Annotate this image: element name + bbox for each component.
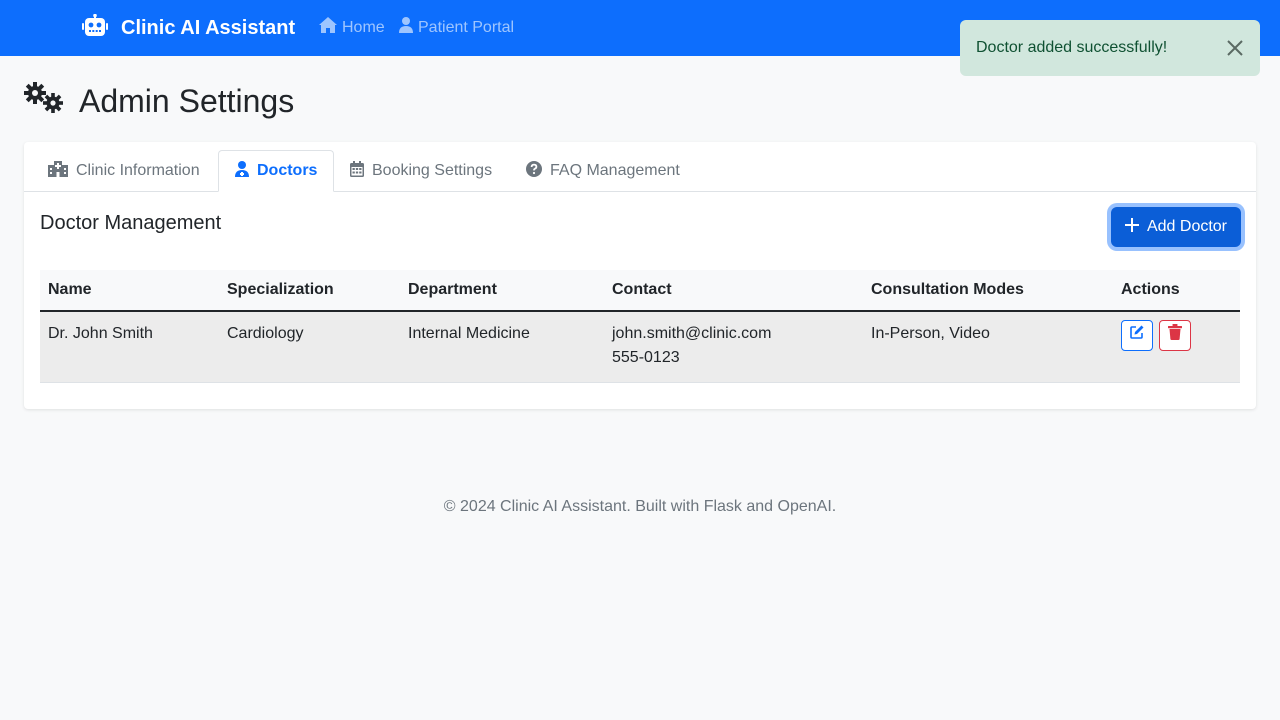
column-header-consultation-modes: Consultation Modes bbox=[863, 270, 1113, 312]
settings-tabs: Clinic Information Doctors Booking Setti… bbox=[24, 142, 1256, 192]
section-title: Doctor Management bbox=[40, 212, 222, 234]
edit-icon bbox=[1129, 324, 1145, 348]
hospital-icon bbox=[48, 160, 76, 182]
plus-icon bbox=[1124, 217, 1147, 237]
doctor-department: Internal Medicine bbox=[400, 311, 604, 383]
doctor-email: john.smith@clinic.com bbox=[612, 325, 772, 342]
close-icon[interactable] bbox=[1226, 39, 1244, 57]
column-header-specialization: Specialization bbox=[219, 270, 400, 312]
edit-doctor-button[interactable] bbox=[1121, 320, 1153, 351]
brand-link[interactable]: Clinic AI Assistant bbox=[82, 13, 296, 42]
table-header-row: Name Specialization Department Contact C… bbox=[40, 270, 1240, 312]
settings-card: Clinic Information Doctors Booking Setti… bbox=[24, 142, 1256, 409]
robot-icon bbox=[82, 13, 121, 42]
add-doctor-label: Add Doctor bbox=[1146, 218, 1228, 235]
tab-clinic-information-label: Clinic Information bbox=[76, 162, 200, 179]
question-circle-icon bbox=[526, 160, 550, 182]
nav-home-label: Home bbox=[342, 18, 385, 36]
tab-doctors-label: Doctors bbox=[257, 162, 318, 179]
tab-booking-settings[interactable]: Booking Settings bbox=[334, 150, 508, 192]
table-row: Dr. John Smith Cardiology Internal Medic… bbox=[40, 311, 1240, 383]
doctor-contact: john.smith@clinic.com 555-0123 bbox=[604, 311, 863, 383]
tab-faq-management[interactable]: FAQ Management bbox=[510, 150, 696, 192]
tab-faq-management-label: FAQ Management bbox=[550, 162, 680, 179]
page-header: Admin Settings bbox=[24, 82, 294, 119]
tab-clinic-information[interactable]: Clinic Information bbox=[32, 150, 216, 192]
doctor-actions bbox=[1113, 311, 1240, 383]
column-header-name: Name bbox=[40, 270, 219, 312]
footer-text: © 2024 Clinic AI Assistant. Built with F… bbox=[443, 498, 837, 515]
add-doctor-button[interactable]: Add Doctor bbox=[1111, 207, 1241, 247]
brand-label: Clinic AI Assistant bbox=[121, 16, 296, 39]
doctor-phone: 555-0123 bbox=[612, 349, 680, 366]
column-header-actions: Actions bbox=[1113, 270, 1240, 312]
doctor-consultation-modes: In-Person, Video bbox=[863, 311, 1113, 383]
trash-icon bbox=[1168, 323, 1182, 348]
cogs-icon bbox=[24, 82, 79, 119]
doctors-table: Name Specialization Department Contact C… bbox=[40, 270, 1240, 383]
calendar-icon bbox=[350, 160, 372, 182]
toast-message: Doctor added successfully! bbox=[976, 39, 1168, 56]
column-header-contact: Contact bbox=[604, 270, 863, 312]
user-icon bbox=[399, 17, 418, 38]
user-doctor-icon bbox=[235, 160, 257, 182]
doctor-name: Dr. John Smith bbox=[40, 311, 219, 383]
page-title: Admin Settings bbox=[79, 82, 295, 119]
nav-home-link[interactable]: Home bbox=[319, 17, 385, 38]
tab-doctors[interactable]: Doctors bbox=[218, 150, 335, 192]
doctor-specialization: Cardiology bbox=[219, 311, 400, 383]
nav-patient-portal-label: Patient Portal bbox=[418, 18, 515, 36]
delete-doctor-button[interactable] bbox=[1159, 320, 1191, 351]
column-header-department: Department bbox=[400, 270, 604, 312]
home-icon bbox=[319, 17, 342, 38]
tab-booking-settings-label: Booking Settings bbox=[372, 162, 493, 179]
nav-patient-portal-link[interactable]: Patient Portal bbox=[399, 17, 514, 38]
success-toast: Doctor added successfully! bbox=[960, 20, 1260, 76]
